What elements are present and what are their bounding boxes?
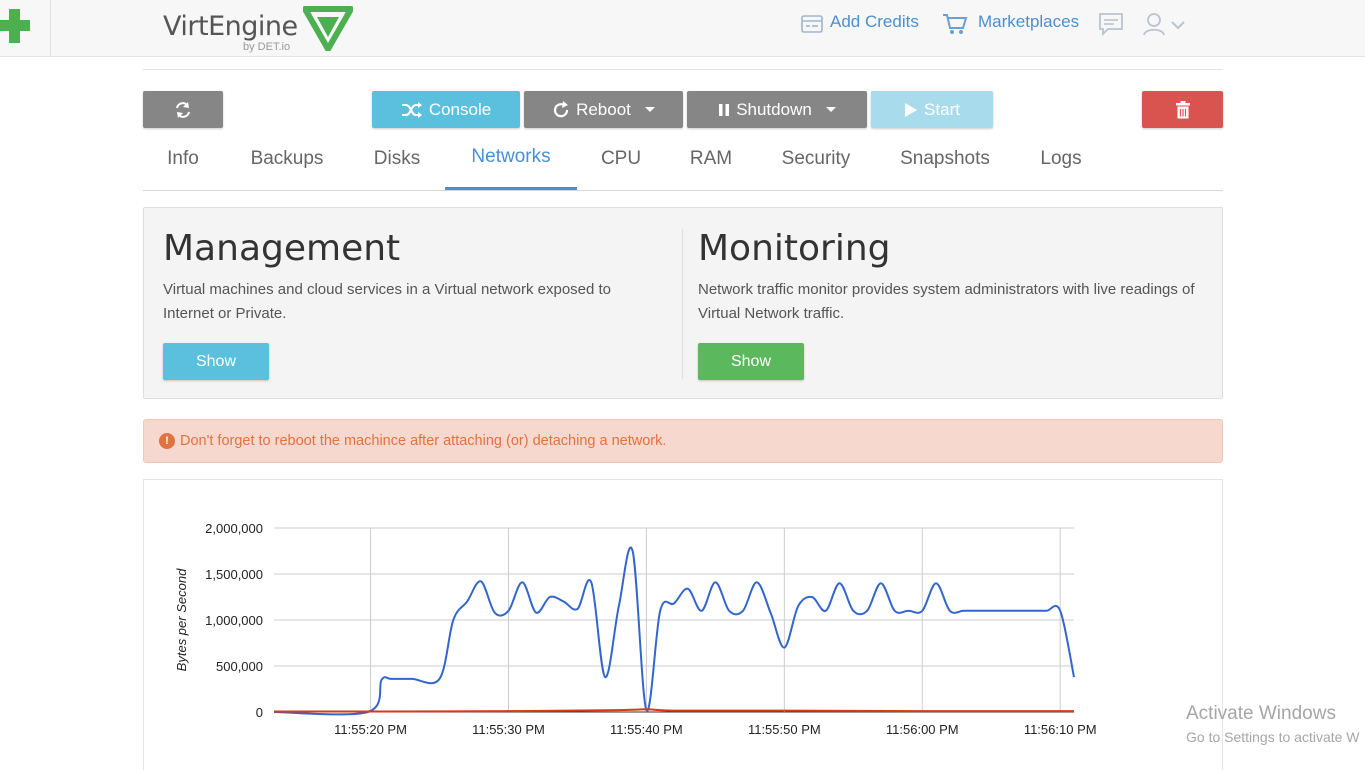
reboot-alert: ! Don't forget to reboot the machince af… bbox=[143, 419, 1223, 463]
tab-logs[interactable]: Logs bbox=[1031, 137, 1091, 190]
logo-v-icon bbox=[303, 6, 353, 51]
network-panel: Management Virtual machines and cloud se… bbox=[143, 207, 1223, 399]
header-divider bbox=[143, 69, 1223, 70]
start-label: Start bbox=[924, 99, 960, 119]
tab-backups[interactable]: Backups bbox=[241, 137, 333, 190]
refresh-icon bbox=[176, 101, 190, 118]
management-description: Virtual machines and cloud services in a… bbox=[163, 281, 612, 322]
refresh-button[interactable] bbox=[143, 91, 223, 128]
marketplaces-link[interactable] bbox=[942, 12, 968, 41]
marketplaces-label[interactable]: Marketplaces bbox=[978, 12, 1079, 32]
shuffle-icon bbox=[401, 101, 422, 118]
tab-ram[interactable]: RAM bbox=[681, 137, 741, 190]
x-tick-label: 11:56:00 PM bbox=[886, 722, 959, 737]
tab-networks[interactable]: Networks bbox=[445, 137, 577, 190]
x-tick-label: 11:55:20 PM bbox=[334, 722, 407, 737]
start-button[interactable]: Start bbox=[871, 91, 993, 128]
y-tick-label: 500,000 bbox=[216, 659, 263, 674]
monitoring-show-button[interactable]: Show bbox=[698, 343, 804, 380]
pause-icon bbox=[719, 103, 730, 116]
traffic-chart: 2,000,000 1,500,000 1,000,000 500,000 0 11:55… bbox=[174, 521, 1097, 737]
virtengine-logo[interactable]: VirtEngine by DET.io bbox=[163, 6, 363, 56]
y-tick-label: 1,500,000 bbox=[205, 567, 263, 582]
x-tick-label: 11:55:50 PM bbox=[748, 722, 821, 737]
series-line-outgoing bbox=[273, 708, 1075, 713]
tab-snapshots[interactable]: Snapshots bbox=[893, 137, 997, 190]
tab-disks[interactable]: Disks bbox=[363, 137, 431, 190]
exclamation-icon: ! bbox=[159, 433, 175, 449]
monitoring-description: Network traffic monitor provides system … bbox=[698, 281, 1195, 322]
plus-icon bbox=[0, 9, 30, 43]
x-tick-label: 11:56:10 PM bbox=[1024, 722, 1097, 737]
trash-icon bbox=[1175, 100, 1190, 118]
monitoring-title: Monitoring bbox=[698, 228, 891, 269]
y-axis-label: Bytes per Second bbox=[174, 568, 189, 671]
x-tick-label: 11:55:30 PM bbox=[472, 722, 545, 737]
logo-text: VirtEngine bbox=[163, 11, 298, 42]
play-icon bbox=[905, 102, 918, 117]
watermark-title: Activate Windows bbox=[1186, 703, 1336, 724]
watermark-subtitle: Go to Settings to activate W bbox=[1186, 729, 1360, 745]
cart-icon bbox=[943, 14, 968, 34]
vm-tabs: Info Backups Disks Networks CPU RAM Secu… bbox=[143, 137, 1223, 191]
console-button[interactable]: Console bbox=[372, 91, 520, 128]
y-tick-label: 1,000,000 bbox=[205, 613, 263, 628]
management-title: Management bbox=[163, 228, 401, 269]
add-button[interactable] bbox=[0, 0, 51, 56]
tab-security[interactable]: Security bbox=[773, 137, 859, 190]
delete-button[interactable] bbox=[1142, 91, 1223, 128]
shutdown-label: Shutdown bbox=[736, 99, 812, 119]
management-show-button[interactable]: Show bbox=[163, 343, 269, 380]
user-menu[interactable] bbox=[1143, 12, 1189, 41]
messages-button[interactable] bbox=[1098, 12, 1124, 41]
tab-cpu[interactable]: CPU bbox=[593, 137, 649, 190]
chevron-down-icon bbox=[644, 107, 655, 112]
panel-divider bbox=[682, 229, 683, 379]
series-line-incoming bbox=[273, 546, 1075, 716]
user-icon bbox=[1143, 13, 1185, 36]
y-tick-label: 0 bbox=[256, 705, 263, 720]
console-label: Console bbox=[428, 99, 492, 119]
alert-text: Don't forget to reboot the machince afte… bbox=[180, 433, 667, 449]
reboot-icon bbox=[554, 100, 569, 117]
chevron-down-icon bbox=[825, 107, 836, 112]
traffic-chart-card: 2,000,000 1,500,000 1,000,000 500,000 0 11:55… bbox=[143, 479, 1223, 770]
add-credits-link[interactable] bbox=[800, 12, 824, 41]
top-bar: VirtEngine by DET.io Add Credits Marketp… bbox=[0, 0, 1365, 57]
y-tick-label: 2,000,000 bbox=[205, 521, 263, 536]
windows-activation-watermark: Activate Windows Go to Settings to activ… bbox=[1186, 703, 1360, 745]
reboot-button[interactable]: Reboot bbox=[524, 91, 683, 128]
add-credits-label[interactable]: Add Credits bbox=[830, 12, 919, 32]
logo-subtext: by DET.io bbox=[243, 41, 291, 53]
shutdown-button[interactable]: Shutdown bbox=[687, 91, 867, 128]
chat-icon bbox=[1099, 13, 1123, 37]
reboot-label: Reboot bbox=[576, 99, 631, 119]
credits-icon bbox=[801, 15, 823, 33]
x-tick-label: 11:55:40 PM bbox=[610, 722, 683, 737]
tab-info[interactable]: Info bbox=[155, 137, 211, 190]
